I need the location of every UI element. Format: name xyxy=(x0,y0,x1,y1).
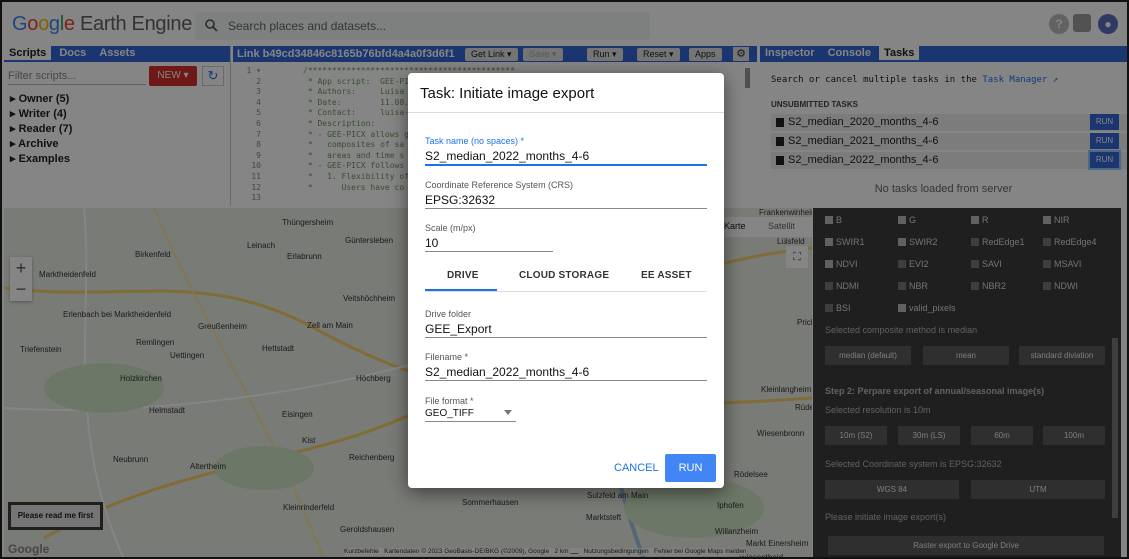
tabs-divider xyxy=(425,291,707,292)
tab-cloud-storage[interactable]: CLOUD STORAGE xyxy=(519,270,609,281)
file-format-select[interactable]: GEO_TIFF xyxy=(425,408,474,419)
dialog-title: Task: Initiate image export xyxy=(420,85,595,102)
crs-input[interactable]: EPSG:32632 xyxy=(425,193,495,207)
task-name-input[interactable]: S2_median_2022_months_4-6 xyxy=(425,149,589,163)
scale-label: Scale (m/px) xyxy=(425,223,476,233)
file-format-value: GEO_TIFF xyxy=(425,408,474,419)
drive-folder-input[interactable]: GEE_Export xyxy=(425,322,492,336)
run-export-button[interactable]: RUN xyxy=(665,454,716,482)
scale-underline xyxy=(425,251,553,252)
file-format-underline xyxy=(425,421,516,422)
filename-label: Filename * xyxy=(425,352,469,362)
cancel-button[interactable]: CANCEL xyxy=(614,462,659,474)
drive-folder-label: Drive folder xyxy=(425,309,472,319)
export-dialog: Task: Initiate image export Task name (n… xyxy=(408,73,724,488)
scale-input[interactable]: 10 xyxy=(425,236,438,250)
filename-underline xyxy=(425,380,707,381)
crs-label: Coordinate Reference System (CRS) xyxy=(425,180,574,190)
chevron-down-icon xyxy=(504,410,512,415)
divider xyxy=(408,112,724,113)
tab-drive[interactable]: DRIVE xyxy=(447,270,479,281)
drive-folder-underline xyxy=(425,337,707,338)
filename-input[interactable]: S2_median_2022_months_4-6 xyxy=(425,365,589,379)
task-name-label: Task name (no spaces) * xyxy=(425,136,525,146)
crs-underline xyxy=(425,208,707,209)
tab-ee-asset[interactable]: EE ASSET xyxy=(641,270,692,281)
task-name-underline xyxy=(425,164,707,166)
file-format-label: File format * xyxy=(425,396,474,406)
